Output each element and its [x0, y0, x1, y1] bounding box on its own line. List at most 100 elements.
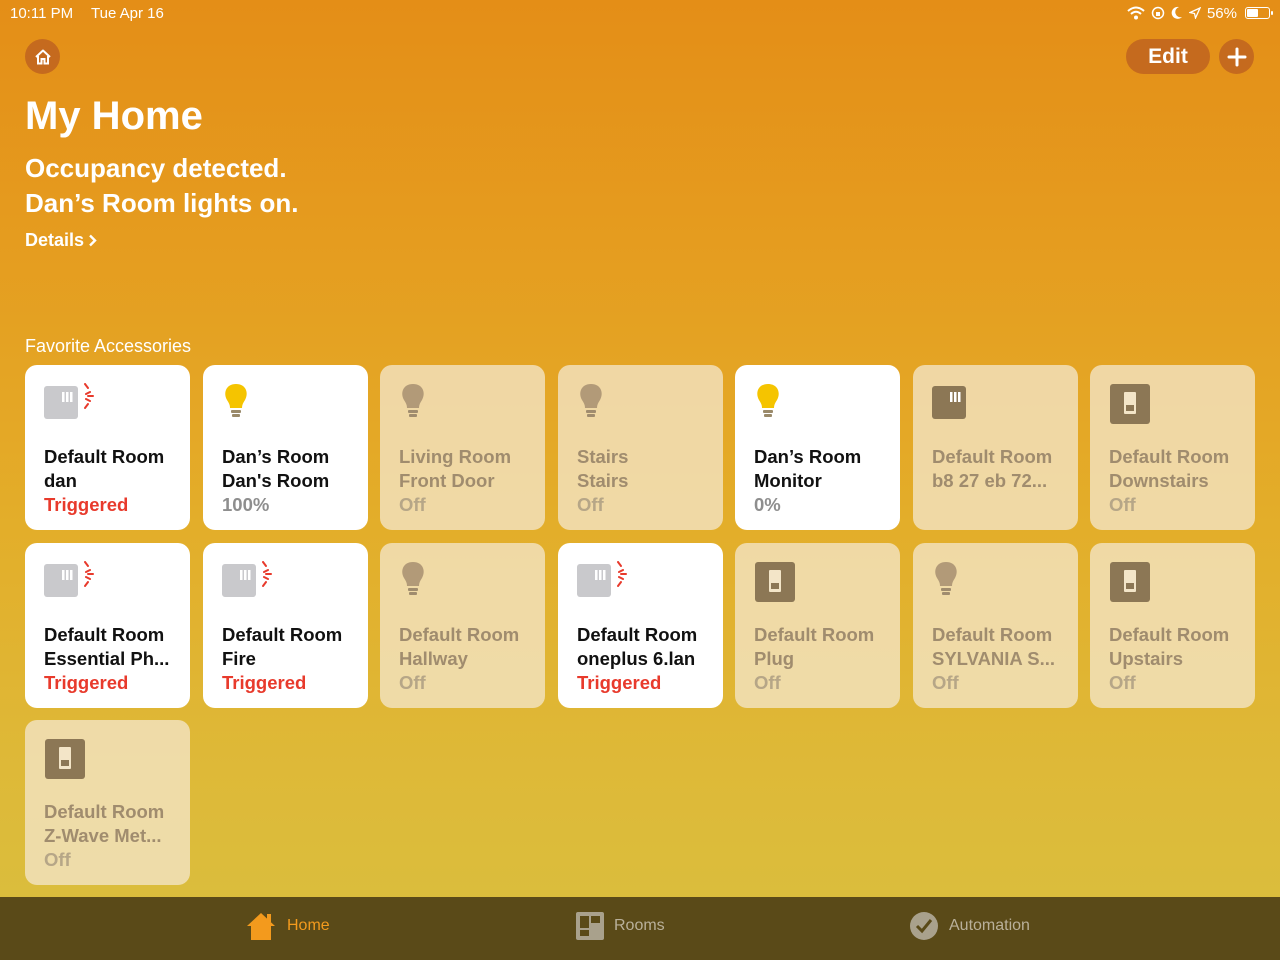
accessory-text: Default Room Plug Off — [754, 623, 892, 695]
accessory-room: Default Room — [1109, 446, 1230, 467]
accessory-tile[interactable]: Dan’s Room Monitor 0% — [735, 365, 900, 530]
accessory-state: Off — [399, 494, 426, 515]
accessory-name: Stairs — [577, 470, 629, 491]
rooms-tab-icon — [576, 912, 604, 940]
section-title-favorites: Favorite Accessories — [25, 336, 192, 356]
sensor-icon — [44, 383, 94, 419]
accessory-name: b8 27 eb 72... — [932, 470, 1048, 491]
accessory-state: Triggered — [44, 672, 129, 693]
accessory-tile[interactable]: Default Room Upstairs Off — [1090, 543, 1255, 708]
bulb-icon — [402, 384, 424, 417]
accessory-text: Default Room Downstairs Off — [1109, 445, 1247, 517]
accessory-text: Default Room Hallway Off — [399, 623, 537, 695]
accessory-state: Triggered — [577, 672, 662, 693]
edit-button[interactable]: Edit — [1126, 39, 1210, 74]
add-button[interactable] — [1219, 39, 1254, 74]
accessory-text: Default Room Upstairs Off — [1109, 623, 1247, 695]
battery-icon — [1245, 7, 1273, 19]
accessory-text: Default Room oneplus 6.lan Triggered — [577, 623, 715, 695]
accessory-tile[interactable]: Dan’s Room Dan's Room 100% — [203, 365, 368, 530]
switch-icon — [1110, 384, 1150, 424]
accessory-room: Dan’s Room — [754, 446, 862, 467]
accessory-icon — [754, 561, 804, 603]
accessory-tile[interactable]: Default Room dan Triggered — [25, 365, 190, 530]
accessory-name: Fire — [222, 648, 256, 669]
accessory-state: Off — [44, 849, 71, 870]
status-right: 56% — [1127, 4, 1273, 22]
sensor-icon — [44, 561, 94, 597]
battery-percent: 56% — [1206, 4, 1237, 22]
wifi-icon — [1127, 6, 1145, 20]
accessory-tile[interactable]: Default Room Fire Triggered — [203, 543, 368, 708]
tab-automation[interactable]: Automation — [909, 911, 1030, 941]
tab-bar: Home Rooms Automation — [0, 897, 1280, 960]
home-status-line-1: Occupancy detected. — [25, 153, 287, 183]
accessory-tile[interactable]: Default Room Essential Ph... Triggered — [25, 543, 190, 708]
bulb-icon — [757, 384, 779, 417]
accessory-icon — [222, 383, 272, 425]
accessory-icon — [222, 561, 272, 603]
accessory-text: Default Room dan Triggered — [44, 445, 182, 517]
accessory-icon — [44, 383, 94, 425]
home-status-line-2: Dan’s Room lights on. — [25, 188, 299, 218]
accessory-name: Hallway — [399, 648, 468, 669]
accessory-text: Dan’s Room Monitor 0% — [754, 445, 892, 517]
accessory-tile[interactable]: Default Room b8 27 eb 72... — [913, 365, 1078, 530]
switch-icon — [1110, 562, 1150, 602]
accessory-tile[interactable]: Default Room Plug Off — [735, 543, 900, 708]
status-left: 10:11 PM Tue Apr 16 — [10, 5, 178, 22]
details-link[interactable]: Details — [25, 230, 97, 251]
status-time: 10:11 PM — [10, 4, 74, 22]
accessory-state: Off — [577, 494, 604, 515]
accessory-room: Default Room — [754, 624, 875, 645]
accessory-state: Off — [399, 672, 426, 693]
page-title: My Home — [25, 94, 203, 138]
accessory-state: Off — [754, 672, 781, 693]
accessory-state: Triggered — [222, 672, 307, 693]
accessory-room: Default Room — [44, 801, 165, 822]
accessory-icon — [44, 738, 94, 780]
chevron-right-icon — [89, 234, 97, 247]
accessory-room: Living Room — [399, 446, 512, 467]
accessory-icon — [44, 561, 94, 603]
accessory-text: Default Room Z-Wave Met... Off — [44, 800, 182, 872]
tab-home-label: Home — [287, 917, 330, 934]
plus-icon — [1227, 47, 1246, 66]
accessory-room: Default Room — [44, 446, 165, 467]
accessory-text: Dan’s Room Dan's Room 100% — [222, 445, 360, 517]
status-date: Tue Apr 16 — [91, 4, 164, 22]
sensor-icon — [932, 386, 966, 419]
accessory-name: Downstairs — [1109, 470, 1209, 491]
accessory-name: Monitor — [754, 470, 822, 491]
accessory-icon — [399, 383, 449, 425]
switch-icon — [45, 739, 85, 779]
accessory-name: Upstairs — [1109, 648, 1184, 669]
home-tab-icon — [247, 913, 275, 940]
accessory-room: Default Room — [1109, 624, 1230, 645]
tab-rooms-label: Rooms — [614, 917, 665, 934]
accessory-name: Dan's Room — [222, 470, 330, 491]
accessory-room: Default Room — [44, 624, 165, 645]
location-icon — [1188, 7, 1201, 19]
accessory-tile[interactable]: Default Room oneplus 6.lan Triggered — [558, 543, 723, 708]
accessory-tile[interactable]: Default Room Z-Wave Met... Off — [25, 720, 190, 885]
accessory-tile[interactable]: Stairs Stairs Off — [558, 365, 723, 530]
tab-rooms[interactable]: Rooms — [576, 911, 665, 941]
accessory-state: Off — [1109, 494, 1136, 515]
accessory-room: Dan’s Room — [222, 446, 330, 467]
accessory-tile[interactable]: Default Room Downstairs Off — [1090, 365, 1255, 530]
accessory-room: Default Room — [932, 624, 1053, 645]
bulb-icon — [580, 384, 602, 417]
automation-tab-icon — [910, 912, 938, 940]
tab-home[interactable]: Home — [245, 911, 330, 941]
accessory-room: Default Room — [222, 624, 343, 645]
sensor-icon — [222, 561, 272, 597]
accessory-tile[interactable]: Living Room Front Door Off — [380, 365, 545, 530]
home-button[interactable] — [25, 39, 60, 74]
accessory-tile[interactable]: Default Room Hallway Off — [380, 543, 545, 708]
accessory-tile[interactable]: Default Room SYLVANIA S... Off — [913, 543, 1078, 708]
accessory-text: Default Room Essential Ph... Triggered — [44, 623, 182, 695]
accessory-text: Stairs Stairs Off — [577, 445, 715, 517]
accessory-icon — [399, 561, 449, 603]
accessory-text: Living Room Front Door Off — [399, 445, 537, 517]
